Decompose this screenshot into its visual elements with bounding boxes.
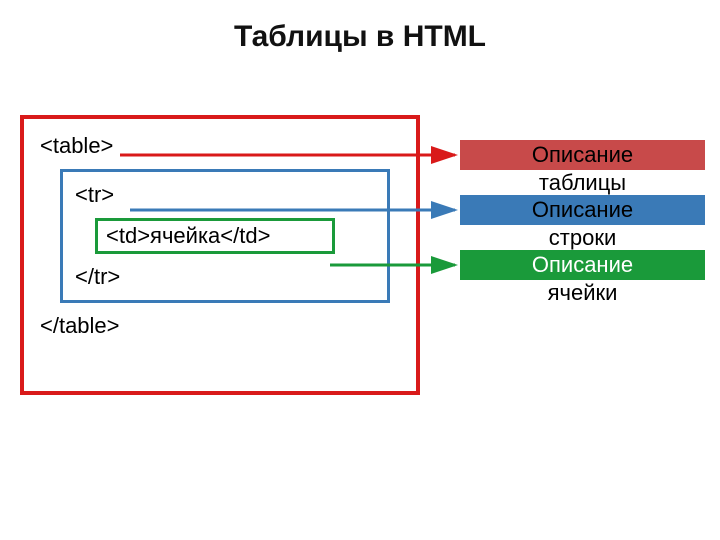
tag-tr-close: </tr> <box>75 264 375 290</box>
tag-table-open: <table> <box>40 133 400 159</box>
label-table: Описание <box>460 140 705 170</box>
page-title: Таблицы в HTML <box>0 20 720 54</box>
label-row-line2: строки <box>460 225 705 251</box>
tag-tr-open: <tr> <box>75 182 375 208</box>
table-box: <table> <tr> <td>ячейка</td> </tr> </tab… <box>20 115 420 395</box>
tr-box: <tr> <td>ячейка</td> </tr> <box>60 169 390 303</box>
label-cell: Описание <box>460 250 705 280</box>
tag-table-close: </table> <box>40 313 400 339</box>
label-cell-line2: ячейки <box>460 280 705 306</box>
label-table-line2: таблицы <box>460 170 705 196</box>
td-box: <td>ячейка</td> <box>95 218 335 254</box>
label-row: Описание <box>460 195 705 225</box>
tag-td-line: <td>ячейка</td> <box>106 223 270 248</box>
